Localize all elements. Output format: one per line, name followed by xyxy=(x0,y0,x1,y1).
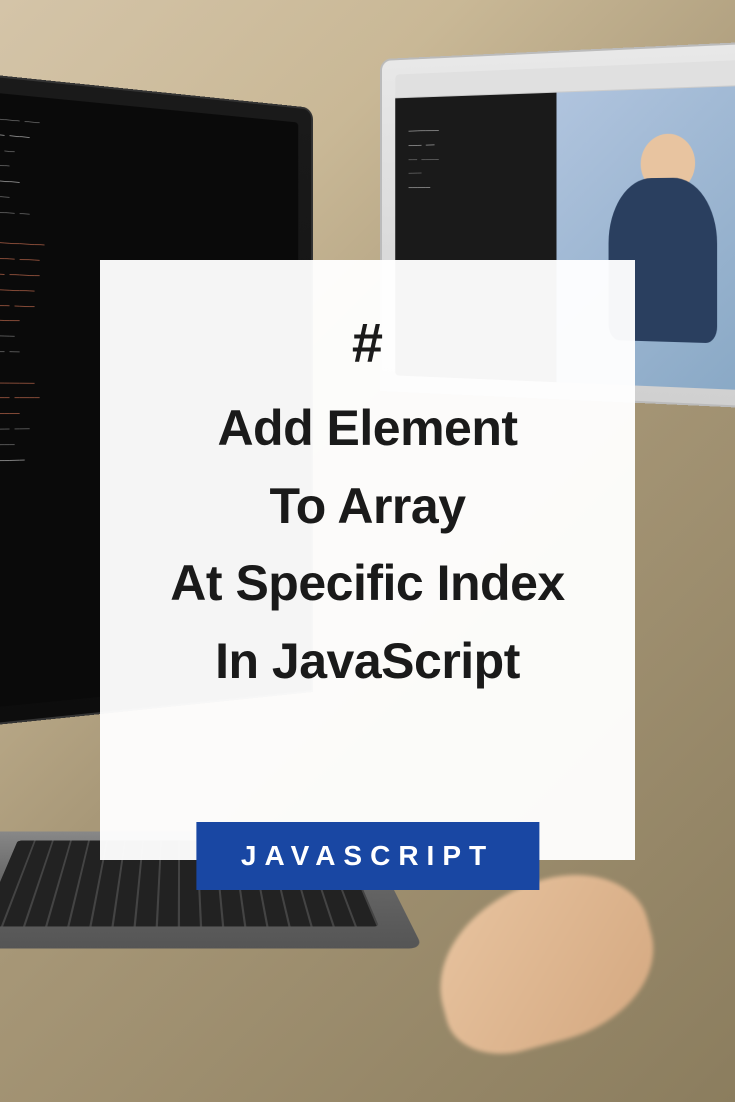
category-badge: JAVASCRIPT xyxy=(196,822,539,890)
title-line-1: Add Element xyxy=(170,390,564,468)
title-card: # Add Element To Array At Specific Index… xyxy=(100,260,635,860)
title-line-4: In JavaScript xyxy=(170,623,564,701)
title-line-3: At Specific Index xyxy=(170,545,564,623)
title-line-2: To Array xyxy=(170,468,564,546)
main-title: Add Element To Array At Specific Index I… xyxy=(170,390,564,700)
hash-symbol: # xyxy=(352,310,383,375)
